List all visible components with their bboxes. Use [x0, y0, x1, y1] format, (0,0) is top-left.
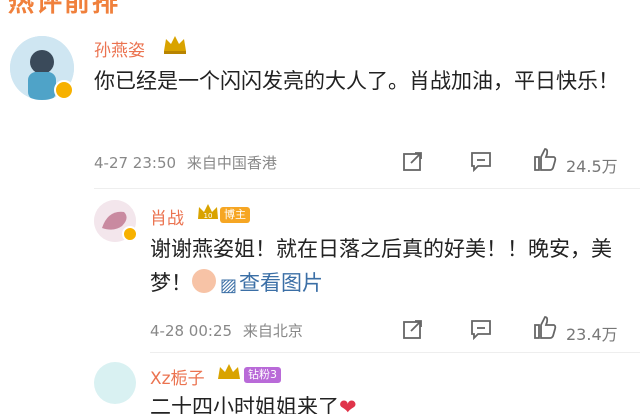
username[interactable]: Xz栀子: [150, 364, 205, 389]
laugh-emoji-icon: [192, 269, 216, 293]
section-title: 热评前排: [8, 0, 121, 18]
username[interactable]: 孙燕姿: [94, 36, 145, 61]
username[interactable]: 肖战: [150, 204, 184, 229]
fan-badge: 钻粉3: [244, 367, 281, 383]
comment-source: 来自北京: [242, 322, 303, 340]
like-count: 23.4万: [566, 325, 618, 344]
image-icon: ▨: [220, 275, 238, 296]
comment-text: 你已经是一个闪闪发亮的大人了。肖战加油，平日快乐！: [94, 69, 619, 93]
comment-time: 4-27 23:50: [94, 154, 177, 172]
like-icon[interactable]: [532, 314, 558, 340]
fan-level: 10: [204, 212, 213, 220]
comment-text: 二十四小时姐姐来了❤: [150, 390, 620, 414]
comment-meta: 4-28 00:25 来自北京: [150, 320, 303, 341]
crown-icon: [218, 364, 240, 379]
avatar-xz-zhizi[interactable]: [94, 362, 136, 404]
crown-icon: [164, 36, 186, 54]
comment-text-body: 二十四小时姐姐来了: [150, 395, 339, 414]
view-image-label: 查看图片: [239, 271, 324, 295]
like-count: 24.5万: [566, 157, 618, 176]
host-badge: 博主: [220, 207, 250, 223]
divider: [94, 188, 640, 189]
verified-icon: [54, 80, 74, 100]
repost-icon[interactable]: [402, 150, 424, 172]
comment-icon[interactable]: [470, 150, 492, 172]
like-icon[interactable]: [532, 146, 558, 172]
comment-text: 谢谢燕姿姐！就在日落之后真的好美！！晚安，美梦！ ▨查看图片: [150, 232, 620, 303]
crown-icon: 10: [198, 204, 218, 220]
comment-source: 来自中国香港: [186, 154, 277, 172]
comment-time: 4-28 00:25: [150, 322, 233, 340]
repost-icon[interactable]: [402, 318, 424, 340]
heart-icon: ❤: [339, 395, 357, 414]
comment-meta: 4-27 23:50 来自中国香港: [94, 152, 277, 173]
comment-icon[interactable]: [470, 318, 492, 340]
divider: [150, 352, 640, 353]
view-image-link[interactable]: ▨查看图片: [220, 271, 324, 296]
verified-icon: [122, 226, 138, 242]
